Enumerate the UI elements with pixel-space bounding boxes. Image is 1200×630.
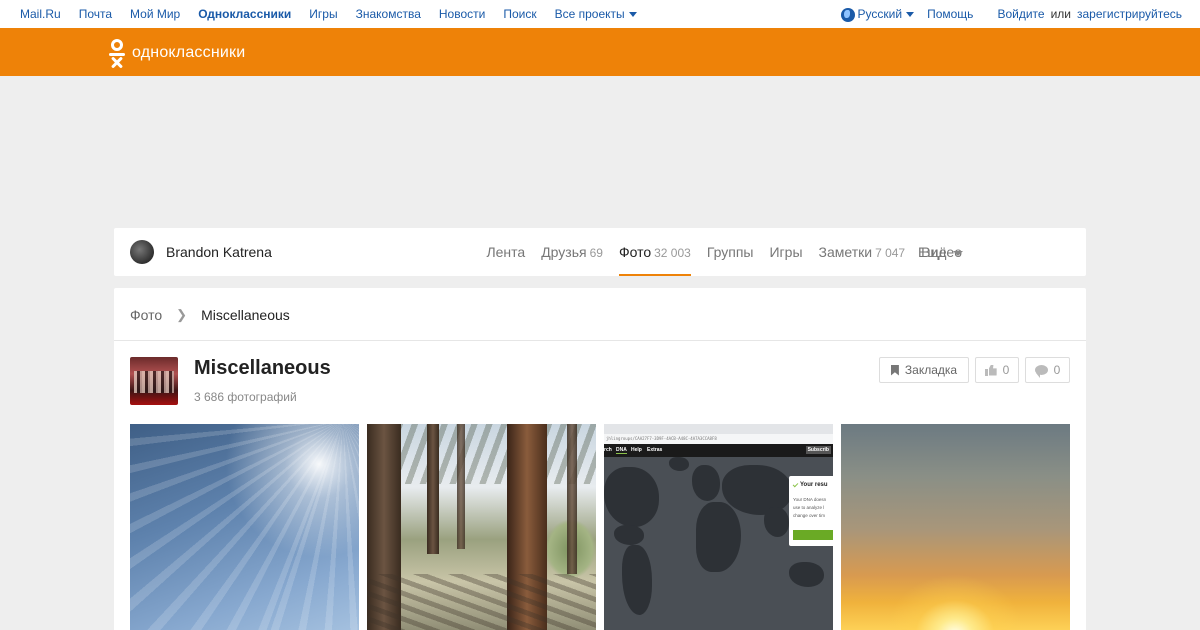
divider <box>114 340 1086 341</box>
portal-link-ok[interactable]: Одноклассники <box>198 7 291 21</box>
ok-logo-icon <box>108 39 126 69</box>
bookmark-button[interactable]: Закладка <box>879 357 969 383</box>
like-count: 0 <box>1002 363 1010 377</box>
language-label: Русский <box>857 7 903 21</box>
tab-photos[interactable]: Фото 32 003 <box>618 228 691 276</box>
portal-link-games[interactable]: Игры <box>309 7 337 21</box>
more-label: Ещё <box>918 244 947 260</box>
breadcrumb-photos[interactable]: Фото <box>130 307 162 323</box>
tab-label: Фото <box>618 244 652 260</box>
portal-link-search[interactable]: Поиск <box>503 7 536 21</box>
avatar[interactable] <box>130 240 154 264</box>
chevron-down-icon <box>628 12 637 18</box>
photo-thumbnail[interactable] <box>130 424 359 630</box>
profile-tabs: Лента Друзья 69 Фото 32 003 Группы Игры За… <box>470 228 962 276</box>
nav-dna: DNA <box>616 447 627 454</box>
portal-link-mail[interactable]: Почта <box>79 7 112 21</box>
nav-subscribe: Subscrib <box>805 446 831 454</box>
register-link[interactable]: зарегистрируйтесь <box>1077 7 1182 21</box>
tab-label: Лента <box>486 244 526 260</box>
bookmark-icon <box>890 364 899 376</box>
tab-more[interactable]: Ещё <box>918 228 963 276</box>
portal-link-myworld[interactable]: Мой Мир <box>130 7 180 21</box>
popup-title: Your resu <box>800 482 828 488</box>
popup-line: use to analyze l <box>793 505 825 510</box>
tab-label: Группы <box>706 244 754 260</box>
like-button[interactable]: 0 <box>975 357 1019 383</box>
breadcrumb-current: Miscellaneous <box>201 307 290 323</box>
photo-thumbnail[interactable]: jhlingroups/CAA27F7-3D9F-4ACB-A48C-4A7A3… <box>604 424 833 630</box>
tab-count: 7 047 <box>875 246 906 260</box>
tab-label: Друзья <box>541 244 587 260</box>
portal-link-dating[interactable]: Знакомства <box>356 7 421 21</box>
comment-count: 0 <box>1053 363 1061 377</box>
language-selector[interactable]: Русский <box>840 7 915 22</box>
photo-thumbnail[interactable] <box>367 424 596 630</box>
portal-links: Mail.Ru Почта Мой Мир Одноклассники Игры… <box>20 7 655 21</box>
popup-action-button <box>793 530 833 540</box>
portal-link-news[interactable]: Новости <box>439 7 485 21</box>
nav-help: Help <box>631 447 642 453</box>
portal-user-links: Русский Помощь Войдите или зарегистрируй… <box>840 7 1182 22</box>
popup-line: Your DNA doesn <box>793 497 827 502</box>
login-link[interactable]: Войдите <box>997 7 1044 21</box>
album-title: Miscellaneous <box>194 357 331 379</box>
breadcrumb: Фото ❯ Miscellaneous <box>130 307 290 323</box>
album-cover[interactable] <box>130 357 178 405</box>
photo-thumbnail[interactable] <box>841 424 1070 630</box>
comment-icon <box>1034 365 1048 378</box>
tab-games[interactable]: Игры <box>769 228 802 276</box>
url-text: jhlingroups/CAA27F7-3D9F-4ACB-A48C-4A7A3… <box>604 434 833 444</box>
nav-prefix: rch <box>604 447 612 453</box>
profile-nav: Brandon Katrena Лента Друзья 69 Фото 32 00… <box>114 228 1086 276</box>
tab-count: 32 003 <box>654 246 691 260</box>
thumbs-up-icon <box>984 365 997 376</box>
portal-link-all-projects[interactable]: Все проекты <box>555 7 637 21</box>
chevron-down-icon <box>906 12 915 18</box>
or-text: или <box>1050 7 1071 22</box>
portal-link-mailru[interactable]: Mail.Ru <box>20 7 61 21</box>
tab-count: 69 <box>589 246 603 260</box>
results-popup: Your resu Your DNA doesn use to analyze … <box>789 476 833 546</box>
logo-wordmark: одноклассники <box>132 44 246 61</box>
portal-bar: Mail.Ru Почта Мой Мир Одноклассники Игры… <box>0 0 1200 28</box>
tab-feed[interactable]: Лента <box>486 228 525 276</box>
help-link[interactable]: Помощь <box>927 7 973 21</box>
chevron-right-icon: ❯ <box>176 307 188 322</box>
tab-groups[interactable]: Группы <box>707 228 754 276</box>
album-photo-count: 3 686 фотографий <box>194 390 297 404</box>
tab-notes[interactable]: Заметки 7 047 <box>819 228 906 276</box>
all-projects-label: Все проекты <box>554 7 625 21</box>
screenshot-nav: rch DNA Help Extras Subscrib <box>604 444 833 457</box>
album-card: Фото ❯ Miscellaneous Miscellaneous 3 686… <box>114 288 1086 630</box>
tab-label: Игры <box>769 244 803 260</box>
comment-button[interactable]: 0 <box>1025 357 1070 383</box>
bookmark-label: Закладка <box>904 363 958 377</box>
nav-extras: Extras <box>647 447 663 453</box>
globe-icon <box>840 7 855 22</box>
popup-line: change over tim <box>793 513 826 518</box>
ok-logo[interactable]: одноклассники <box>108 39 246 69</box>
chevron-down-icon <box>952 250 963 256</box>
site-header: одноклассники <box>0 28 1200 76</box>
tab-friends[interactable]: Друзья 69 <box>541 228 603 276</box>
tab-label: Заметки <box>818 244 873 260</box>
profile-name[interactable]: Brandon Katrena <box>166 244 272 260</box>
check-icon <box>792 481 799 488</box>
